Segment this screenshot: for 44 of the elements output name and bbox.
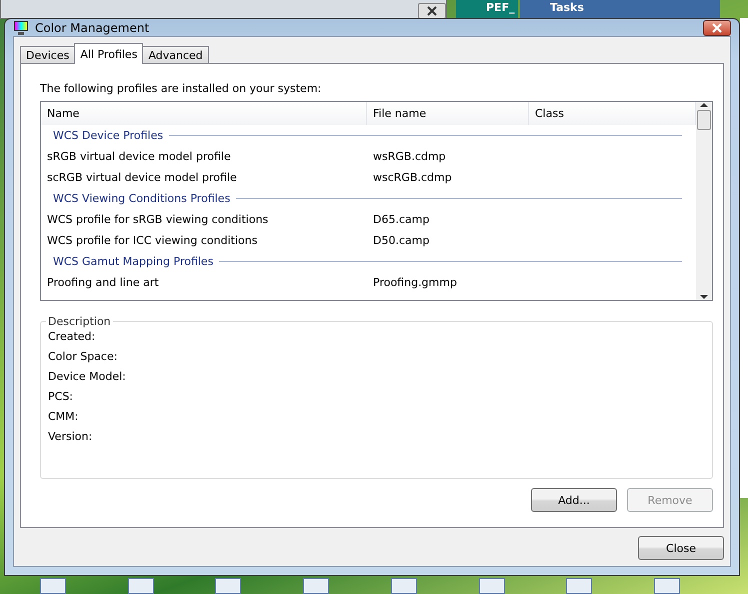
desktop-icon[interactable] (303, 578, 330, 594)
field-label: PCS: (48, 390, 74, 403)
desktop-icon[interactable] (128, 578, 154, 594)
table-cell-text: scRGB virtual device model profile (46, 171, 238, 184)
close-button[interactable]: Close (638, 536, 724, 560)
column-header[interactable]: Name (41, 102, 367, 125)
group-header: WCS Gamut Mapping Profiles (53, 255, 214, 268)
table-cell-text: wscRGB.cdmp (372, 171, 453, 184)
desktop-icon[interactable] (40, 578, 66, 594)
desktop-icon[interactable] (478, 578, 505, 594)
close-button[interactable] (703, 20, 731, 36)
table-cell-text: D50.camp (372, 234, 430, 247)
intro-text: The following profiles are installed on your system: (40, 82, 322, 95)
tab[interactable]: Advanced (142, 46, 209, 64)
column-header[interactable]: Class (529, 102, 696, 125)
group-header: WCS Device Profiles (53, 129, 164, 142)
close-icon (711, 22, 723, 32)
scroll-bar[interactable] (696, 102, 712, 300)
group-header: WCS Viewing Conditions Profiles (53, 192, 230, 205)
tab[interactable]: Devices (20, 46, 76, 64)
table-cell-text: D65.camp (372, 213, 430, 226)
table-cell-text: Proofing and line art (46, 276, 160, 289)
table-cell-text: wsRGB.cdmp (372, 150, 447, 163)
desktop-icon[interactable] (215, 578, 242, 594)
window-title: Color Management (35, 20, 150, 34)
background-window-title: Tasks (520, 0, 720, 18)
background-window-title: PEF_ (456, 0, 518, 18)
desktop-icon[interactable] (654, 578, 680, 594)
field-label: Color Space: (48, 350, 118, 363)
table-cell-text: sRGB virtual device model profile (46, 150, 232, 163)
field-label: Created: (48, 330, 96, 343)
field-label: Device Model: (48, 370, 127, 383)
tab[interactable]: All Profiles (74, 43, 144, 64)
column-header[interactable]: File name (367, 102, 529, 125)
field-label: CMM: (48, 410, 80, 423)
desktop-icon[interactable] (566, 578, 592, 594)
close-icon[interactable] (418, 3, 446, 19)
action-button[interactable]: Add... (531, 488, 617, 512)
table-cell-text: WCS profile for ICC viewing conditions (46, 234, 258, 247)
table-cell-text: Proofing.gmmp (372, 276, 458, 289)
group-title: Description (47, 315, 112, 328)
table-cell-text: WCS profile for sRGB viewing conditions (46, 213, 270, 226)
desktop-icon[interactable] (390, 578, 417, 594)
field-label: Version: (48, 430, 94, 443)
